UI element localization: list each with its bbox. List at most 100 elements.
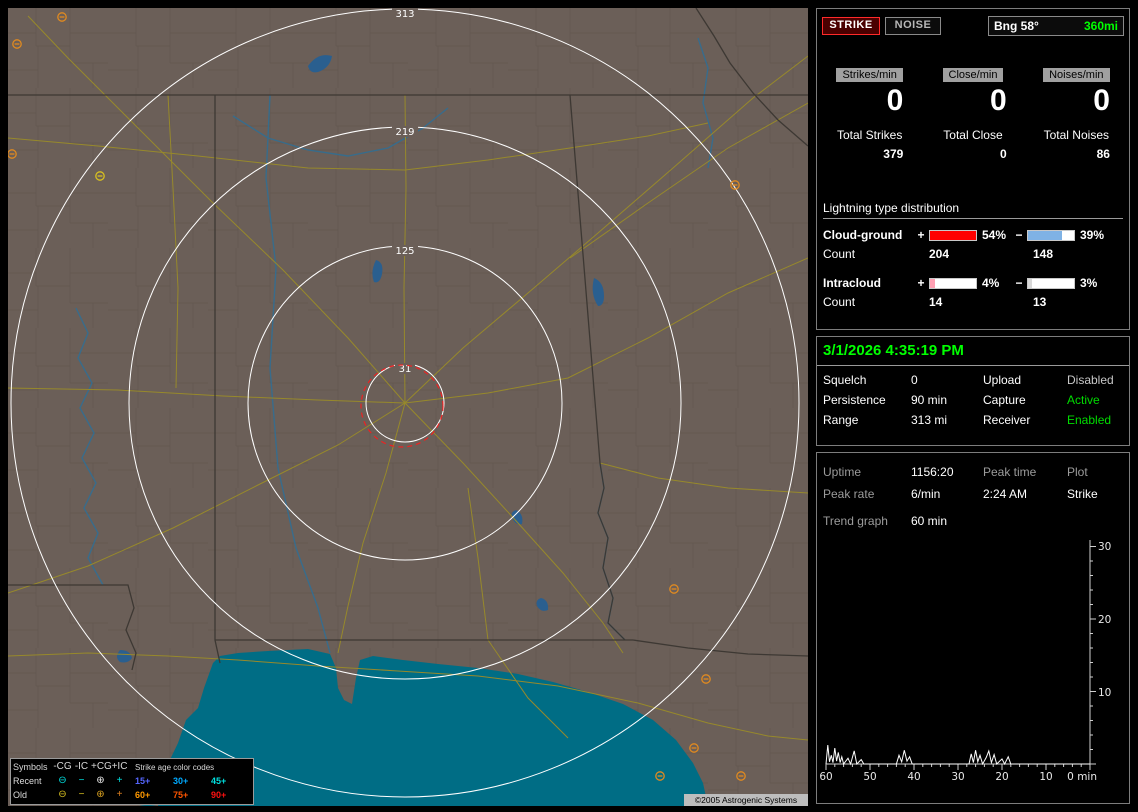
persistence-value: 90 min [911, 393, 948, 407]
total-strikes-value: 379 [883, 147, 904, 161]
legend-row-label-recent: Recent [13, 776, 42, 786]
trend-graph-header: Trend graph 60 min [817, 509, 1129, 533]
range-label: Range [823, 413, 859, 427]
cg-plus-bar [929, 229, 977, 241]
bearing-value: Bng 58° [994, 19, 1039, 33]
intracloud-row: Intracloud + 4% − 3% [823, 275, 1123, 291]
pos-cg-recent-icon: ⊕ [96, 775, 105, 786]
strike-counters-panel: STRIKE NOISE Bng 58° 360mi Strikes/min 0… [816, 8, 1130, 330]
uptime-label: Uptime [823, 465, 862, 479]
peak-rate-label: Peak rate [823, 487, 875, 501]
uptime-value: 1156:20 [911, 465, 954, 479]
ic-minus-count: 13 [1033, 295, 1047, 309]
app-window: 313 219 125 31 Symbols -CG -IC +CG +IC S… [0, 0, 1138, 812]
noise-mode-button[interactable]: NOISE [885, 17, 941, 35]
trend-window-value: 60 min [911, 514, 948, 528]
neg-ic-old-icon: − [78, 789, 85, 800]
trend-graph: 30 20 10 60 50 40 30 20 10 0 min [819, 540, 1111, 783]
total-close-label: Total Close [943, 128, 1003, 142]
ic-plus-bar [929, 277, 977, 289]
cg-plus-count: 204 [929, 247, 950, 261]
plot-value: Strike [1067, 487, 1098, 501]
range-value: 313 mi [911, 413, 948, 427]
total-noises-label: Total Noises [1043, 128, 1109, 142]
strike-mode-button[interactable]: STRIKE [822, 17, 880, 35]
capture-value: Active [1067, 393, 1100, 407]
y-tick-20: 20 [1098, 614, 1111, 626]
legend-symbols-header: Symbols [13, 762, 48, 772]
x-tick-30: 30 [951, 771, 964, 783]
cg-minus-bar [1027, 229, 1075, 241]
lightning-map[interactable]: 313 219 125 31 Symbols -CG -IC +CG +IC S… [8, 8, 808, 806]
minus-sign: − [1015, 276, 1023, 290]
y-tick-10: 10 [1098, 687, 1111, 699]
intracloud-label: Intracloud [823, 276, 882, 290]
ring-label-125: 125 [395, 246, 414, 257]
strikes-per-min-value: 0 [886, 84, 904, 117]
ic-plus-percent: 4% [982, 276, 1000, 290]
cg-minus-bar-fill [1028, 230, 1062, 240]
system-status-panel: 3/1/2026 4:35:19 PM Squelch 0 Upload Dis… [816, 336, 1130, 446]
copyright-notice: ©2005 Astrogenic Systems [684, 794, 808, 806]
neg-cg-old-icon: ⊖ [58, 789, 67, 800]
cg-plus-bar-fill [930, 230, 976, 240]
age-code-60: 60+ [135, 790, 151, 800]
x-tick-60: 60 [819, 771, 832, 783]
stats-row: Uptime 1156:20 Peak time Plot [823, 461, 1123, 483]
noises-counter: Noises/min 0 Total Noises 86 [1025, 65, 1128, 161]
x-tick-0-min: 0 min [1067, 771, 1097, 783]
receiver-value: Enabled [1067, 413, 1112, 427]
bearing-readout: Bng 58° 360mi [988, 16, 1124, 36]
upload-label: Upload [983, 373, 1022, 387]
current-datetime: 3/1/2026 4:35:19 PM [823, 342, 964, 359]
age-code-75: 75+ [173, 790, 189, 800]
status-row: Persistence 90 min Capture Active [823, 390, 1123, 410]
status-grid: Squelch 0 Upload Disabled Persistence 90… [817, 370, 1129, 430]
total-noises-value: 86 [1096, 147, 1110, 161]
x-tick-40: 40 [907, 771, 920, 783]
pos-ic-old-icon: + [116, 789, 123, 800]
legend-age-header: Strike age color codes [135, 762, 215, 772]
status-row: Squelch 0 Upload Disabled [823, 370, 1123, 390]
cloud-ground-row: Cloud-ground + 54% − 39% [823, 227, 1123, 243]
noises-per-min-label: Noises/min [1043, 68, 1110, 82]
cg-plus-percent: 54% [982, 228, 1007, 242]
capture-label: Capture [983, 393, 1026, 407]
ic-minus-percent: 3% [1080, 276, 1098, 290]
trend-axis-labels: 30 20 10 60 50 40 30 20 10 0 min [819, 541, 1111, 783]
distribution-title: Lightning type distribution [823, 201, 960, 215]
count-label: Count [823, 247, 856, 261]
squelch-label: Squelch [823, 373, 867, 387]
legend-col-pos-cg: +CG [91, 761, 112, 772]
ic-plus-count: 14 [929, 295, 943, 309]
age-code-45: 45+ [211, 776, 227, 786]
cloud-ground-count-row: Count 204 148 [823, 247, 1123, 261]
map-canvas: 313 219 125 31 [8, 8, 808, 806]
total-close-value: 0 [999, 147, 1007, 161]
strikes-counter: Strikes/min 0 Total Strikes 379 [818, 65, 921, 161]
noises-per-min-value: 0 [1093, 84, 1110, 117]
x-tick-20: 20 [995, 771, 1008, 783]
count-label: Count [823, 295, 856, 309]
trend-series-line [825, 745, 1090, 766]
map-legend: Symbols -CG -IC +CG +IC Strike age color… [10, 758, 254, 805]
stats-row: Peak rate 6/min 2:24 AM Strike [823, 483, 1123, 505]
neg-cg-recent-icon: ⊖ [58, 775, 67, 786]
ic-minus-bar-fill [1028, 278, 1032, 288]
intracloud-count-row: Count 14 13 [823, 295, 1123, 309]
ic-minus-bar [1027, 277, 1075, 289]
strikes-per-min-label: Strikes/min [836, 68, 903, 82]
close-per-min-label: Close/min [942, 68, 1004, 82]
divider [823, 218, 1123, 219]
total-strikes-label: Total Strikes [836, 128, 903, 142]
receiver-label: Receiver [983, 413, 1031, 427]
upload-value: Disabled [1067, 373, 1114, 387]
lightning-distribution: Lightning type distribution Cloud-ground… [823, 201, 1123, 323]
legend-col-neg-cg: -CG [53, 761, 72, 772]
peak-time-label: Peak time [983, 465, 1037, 479]
stats-grid: Uptime 1156:20 Peak time Plot Peak rate … [817, 453, 1129, 505]
rate-counters: Strikes/min 0 Total Strikes 379 Close/mi… [818, 65, 1128, 161]
y-tick-30: 30 [1098, 541, 1111, 553]
legend-row-label-old: Old [13, 790, 28, 800]
plus-sign: + [917, 228, 925, 242]
